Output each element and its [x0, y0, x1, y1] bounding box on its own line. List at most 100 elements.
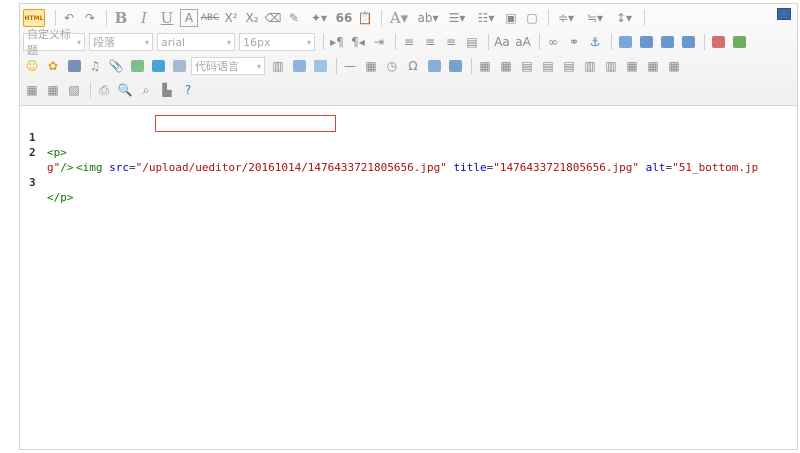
- code-line-1: 1 <p>: [20, 115, 67, 159]
- bold-button[interactable]: B: [111, 9, 131, 27]
- background-color-icon[interactable]: ab▾: [415, 9, 441, 27]
- background-icon[interactable]: [311, 57, 329, 75]
- insert-video-icon[interactable]: [65, 57, 83, 75]
- source-code-area[interactable]: 1 <p> 2 <img src="/upload/ueditor/201610…: [20, 106, 797, 449]
- attachment-icon[interactable]: 📎: [107, 57, 125, 75]
- merge-cells-icon[interactable]: ▦: [623, 57, 641, 75]
- html-source-button[interactable]: HTML: [23, 9, 45, 27]
- scrawl-icon[interactable]: ✿: [44, 57, 62, 75]
- special-chars-icon[interactable]: Ω: [404, 57, 422, 75]
- image-none-icon[interactable]: [616, 33, 634, 51]
- preview-icon[interactable]: 🔍: [116, 81, 134, 99]
- undo-icon[interactable]: ↶: [60, 9, 78, 27]
- map-icon[interactable]: [128, 57, 146, 75]
- ordered-list-icon[interactable]: ☰▾: [444, 9, 470, 27]
- split-to-cells-icon[interactable]: ▦: [23, 81, 41, 99]
- row-spacing-top-icon[interactable]: ≑▾: [553, 9, 579, 27]
- image-center-icon[interactable]: [679, 33, 697, 51]
- src-attr: src: [109, 161, 129, 174]
- quote-icon[interactable]: 66: [335, 9, 353, 27]
- insert-image-icon[interactable]: [730, 33, 748, 51]
- redo-icon[interactable]: ↷: [81, 9, 99, 27]
- code-language-value: 代码语言: [195, 60, 239, 73]
- insert-table-icon[interactable]: ▦: [476, 57, 494, 75]
- p-close-tag: </p>: [47, 191, 74, 204]
- indent-icon[interactable]: ⇥: [370, 33, 388, 51]
- to-uppercase-icon[interactable]: Aa: [493, 33, 511, 51]
- alt-value: "51_bottom.jp: [672, 161, 759, 174]
- align-center-icon[interactable]: ≡: [421, 33, 439, 51]
- unlink-icon[interactable]: ⚭: [565, 33, 583, 51]
- fullscreen-icon[interactable]: [777, 8, 791, 20]
- anchor-icon[interactable]: ⚓: [586, 33, 604, 51]
- clear-doc-icon[interactable]: ▢: [523, 9, 541, 27]
- delete-row-icon[interactable]: ▤: [560, 57, 578, 75]
- emotion-icon[interactable]: ☺: [23, 57, 41, 75]
- auto-format-icon[interactable]: ✦▾: [306, 9, 332, 27]
- horizontal-rule-icon[interactable]: —: [341, 57, 359, 75]
- img-tag-start: <img: [76, 161, 103, 174]
- help-icon[interactable]: ?: [179, 81, 197, 99]
- time-icon[interactable]: ◷: [383, 57, 401, 75]
- template-icon[interactable]: [290, 57, 308, 75]
- insert-col-icon[interactable]: ▥: [581, 57, 599, 75]
- align-left-icon[interactable]: ≡: [400, 33, 418, 51]
- split-to-rows-icon[interactable]: ▦: [44, 81, 62, 99]
- music-icon[interactable]: ♫: [86, 57, 104, 75]
- rtl-icon[interactable]: ¶◂: [349, 33, 367, 51]
- separator: [323, 34, 324, 50]
- ltr-icon[interactable]: ▸¶: [328, 33, 346, 51]
- insert-frame-icon[interactable]: [170, 57, 188, 75]
- to-lowercase-icon[interactable]: aA: [514, 33, 532, 51]
- drafts-icon[interactable]: ▙: [158, 81, 176, 99]
- eraser-icon[interactable]: ⌫: [264, 9, 282, 27]
- insert-paragraph-before-table-icon[interactable]: ▤: [518, 57, 536, 75]
- italic-button[interactable]: I: [134, 9, 154, 27]
- custom-style-select[interactable]: 自定义标题 ▾: [23, 28, 85, 57]
- split-to-cols-icon[interactable]: ▧: [65, 81, 83, 99]
- font-color-label: A: [389, 9, 401, 27]
- delete-table-icon[interactable]: ▦: [497, 57, 515, 75]
- custom-style-value: 自定义标题: [27, 28, 71, 57]
- gmap-icon[interactable]: [149, 57, 167, 75]
- simple-upload-icon[interactable]: [709, 33, 727, 51]
- code-language-select[interactable]: 代码语言 ▾: [191, 57, 265, 75]
- align-justify-icon[interactable]: ▤: [463, 33, 481, 51]
- title-value: "1476433721805656.jpg": [493, 161, 639, 174]
- merge-down-icon[interactable]: ▦: [665, 57, 683, 75]
- merge-right-icon[interactable]: ▦: [644, 57, 662, 75]
- font-border-icon[interactable]: A: [180, 9, 198, 27]
- separator: [548, 10, 549, 26]
- select-all-icon[interactable]: ▣: [502, 9, 520, 27]
- line-height-icon[interactable]: ↕▾: [611, 9, 637, 27]
- font-size-select[interactable]: 16px ▾: [239, 33, 315, 51]
- font-family-select[interactable]: arial ▾: [157, 33, 235, 51]
- delete-col-icon[interactable]: ▥: [602, 57, 620, 75]
- date-icon[interactable]: ▦: [362, 57, 380, 75]
- unordered-list-icon[interactable]: ☷▾: [473, 9, 499, 27]
- img-tag-end: />: [60, 161, 74, 174]
- paragraph-select[interactable]: 段落 ▾: [89, 33, 153, 51]
- underline-button[interactable]: U: [157, 9, 177, 27]
- page-break-icon[interactable]: ▥: [269, 57, 287, 75]
- snapscreen-icon[interactable]: [446, 57, 464, 75]
- insert-row-icon[interactable]: ▤: [539, 57, 557, 75]
- font-color-button[interactable]: A ▾: [386, 9, 412, 27]
- toolbar-row-1: HTML ↶ ↷ B I U A ABC X² X₂ ⌫ ✎ ✦▾ 66 📋 A…: [23, 8, 649, 28]
- separator: [90, 82, 91, 98]
- format-brush-icon[interactable]: ✎: [285, 9, 303, 27]
- wordimage-icon[interactable]: [425, 57, 443, 75]
- row-spacing-bottom-icon[interactable]: ≒▾: [582, 9, 608, 27]
- superscript-icon[interactable]: X²: [222, 9, 240, 27]
- align-right-icon[interactable]: ≡: [442, 33, 460, 51]
- toolbar-row-3: ☺ ✿ ♫ 📎 代码语言 ▾ ▥ — ▦ ◷ Ω ▦ ▦ ▤ ▤ ▤ ▥ ▥ ▦…: [23, 56, 686, 76]
- img-tag-content: <img src="/upload/ueditor/20161014/14764…: [76, 161, 759, 174]
- search-replace-icon[interactable]: ⌕: [137, 81, 155, 99]
- strikethrough-icon[interactable]: ABC: [201, 9, 219, 27]
- print-icon[interactable]: ⎙: [95, 81, 113, 99]
- subscript-icon[interactable]: X₂: [243, 9, 261, 27]
- image-left-icon[interactable]: [637, 33, 655, 51]
- paste-plain-icon[interactable]: 📋: [356, 9, 374, 27]
- image-right-icon[interactable]: [658, 33, 676, 51]
- link-icon[interactable]: ∞: [544, 33, 562, 51]
